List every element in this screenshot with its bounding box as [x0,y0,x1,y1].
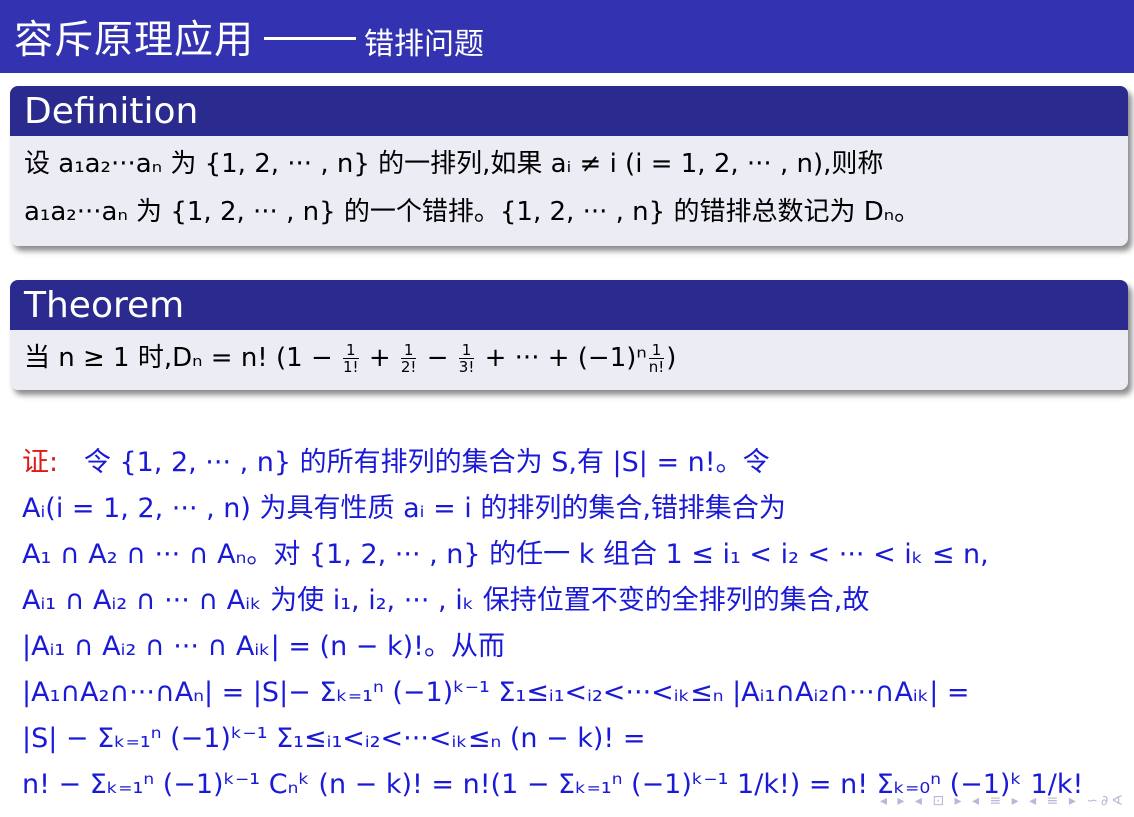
definition-block: Definition 设 a₁a₂···aₙ 为 {1, 2, ··· , n}… [10,86,1128,246]
proof-line-1: 证: 令 {1, 2, ··· , n} 的所有排列的集合为 S,有 |S| =… [22,447,770,478]
theorem-prefix: 当 n ≥ 1 时,Dₙ = n! (1 − [24,343,341,373]
beamer-navigation-icons[interactable]: ◂ ▸ ◂ ⊡ ▸ ◂ ≡ ▸ ◂ ≡ ▸ ∽∂∢ [880,793,1126,809]
slide-subtitle: 错排问题 [364,26,485,62]
title-dash [264,37,357,40]
fraction-1-over-n: 1 n! [648,341,665,376]
proof-section: 证: 令 {1, 2, ··· , n} 的所有排列的集合为 S,有 |S| =… [22,440,1132,808]
definition-line-1: 设 a₁a₂···aₙ 为 {1, 2, ··· , n} 的一排列,如果 aᵢ… [24,149,884,179]
definition-line-2: a₁a₂···aₙ 为 {1, 2, ··· , n} 的一个错排。{1, 2,… [24,197,921,227]
proof-label: 证: [22,447,59,478]
proof-line-2: Aᵢ(i = 1, 2, ··· , n) 为具有性质 aᵢ = i 的排列的集… [22,493,786,524]
proof-line-4: Aᵢ₁ ∩ Aᵢ₂ ∩ ··· ∩ Aᵢₖ 为使 i₁, i₂, ··· , i… [22,585,870,616]
proof-line-3: A₁ ∩ A₂ ∩ ··· ∩ Aₙ。对 {1, 2, ··· , n} 的任一… [22,539,989,570]
definition-body: 设 a₁a₂···aₙ 为 {1, 2, ··· , n} 的一排列,如果 aᵢ… [10,136,1128,246]
theorem-title: Theorem [10,280,1128,330]
proof-line-5: |Aᵢ₁ ∩ Aᵢ₂ ∩ ··· ∩ Aᵢₖ| = (n − k)!。从而 [22,631,505,662]
theorem-mid: + ··· + (−1)ⁿ [476,343,647,373]
definition-title: Definition [10,86,1128,136]
theorem-body: 当 n ≥ 1 时,Dₙ = n! (1 − 1 1! + 1 2! − 1 3! +… [24,341,677,376]
theorem-suffix: ) [666,343,677,373]
theorem-block: Theorem 当 n ≥ 1 时,Dₙ = n! (1 − 1 1! + 1 2!… [10,280,1128,390]
fraction-1-over-2: 1 2! [400,341,417,376]
fraction-1-over-1: 1 1! [343,341,359,376]
slide-title-bar: 容斥原理应用 错排问题 [0,0,1134,73]
slide-title: 容斥原理应用 [14,17,255,63]
fraction-1-over-3: 1 3! [458,341,475,376]
proof-line-6: |A₁∩A₂∩···∩Aₙ| = |S|− Σₖ₌₁ⁿ (−1)ᵏ⁻¹ Σ₁≤ᵢ… [22,677,970,708]
proof-line-7: |S| − Σₖ₌₁ⁿ (−1)ᵏ⁻¹ Σ₁≤ᵢ₁<ᵢ₂<···<ᵢₖ≤ₙ (n… [22,723,646,754]
